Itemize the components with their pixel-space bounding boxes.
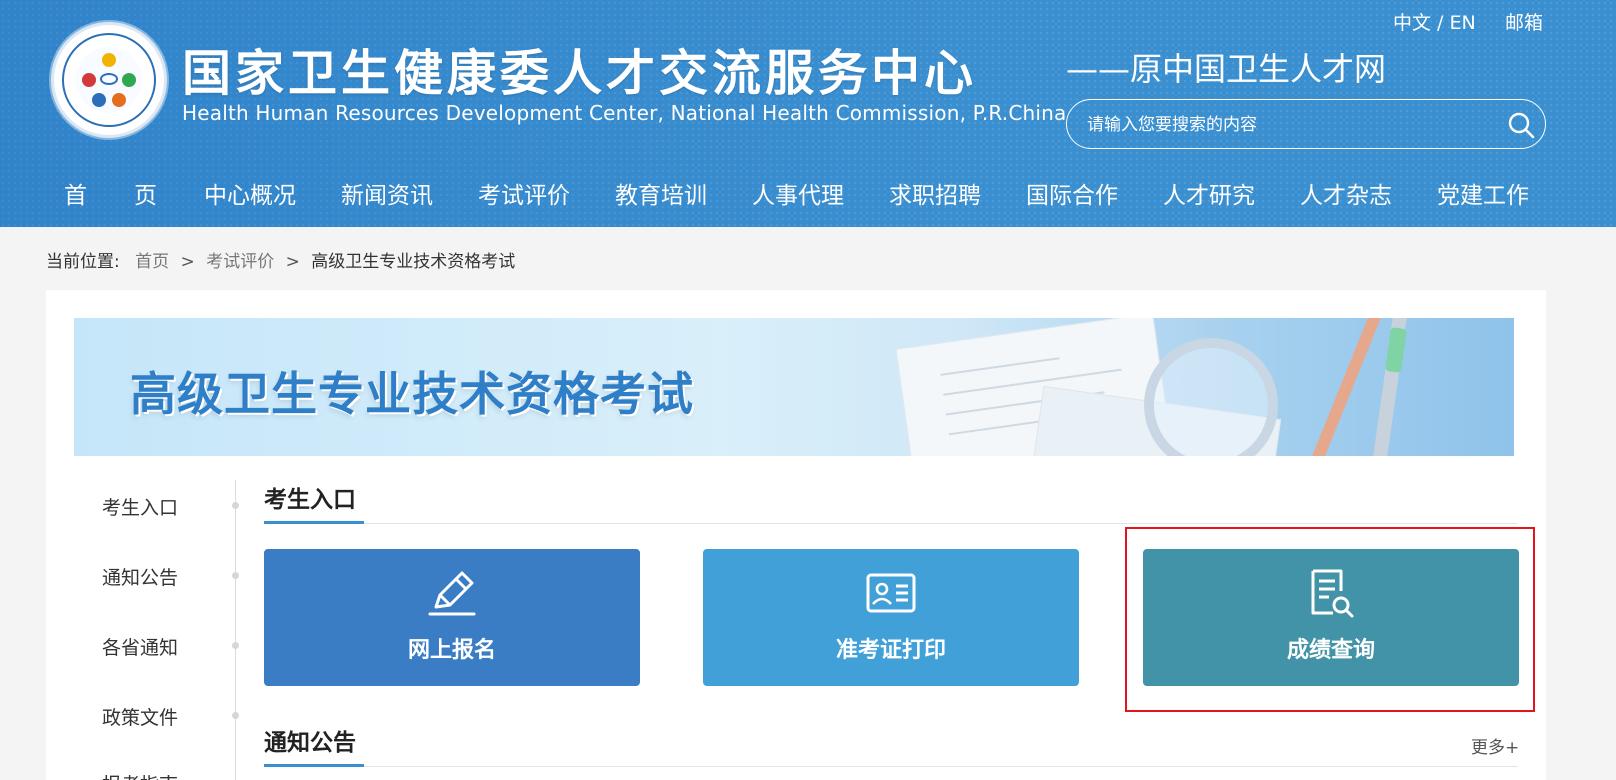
nav-item-personnel[interactable]: 人事代理 (752, 176, 844, 210)
breadcrumb: 当前位置: 首页 > 考试评价 > 高级卫生专业技术资格考试 (46, 247, 515, 272)
logo-figure (122, 73, 136, 87)
search-box (1066, 99, 1546, 149)
nav-item-international[interactable]: 国际合作 (1026, 176, 1118, 210)
pencil-icon (428, 571, 476, 616)
section-title-entry: 考生入口 (264, 487, 356, 513)
breadcrumb-separator: > (180, 252, 195, 272)
section-rule (264, 766, 1518, 767)
tile-label: 准考证打印 (835, 638, 946, 663)
sidebar-divider (235, 480, 236, 780)
logo-figure (102, 53, 116, 67)
section-underline (264, 764, 364, 767)
site-tagline: ——原中国卫生人才网 (1066, 50, 1387, 88)
breadcrumb-section-link[interactable]: 考试评价 (206, 252, 274, 272)
site-title: 国家卫生健康委人才交流服务中心 (182, 45, 978, 102)
nav-item-jobs[interactable]: 求职招聘 (889, 176, 981, 210)
site-header: 国家卫生健康委人才交流服务中心 Health Human Resources D… (0, 0, 1616, 227)
sidebar-item-guide[interactable]: 报考指南 (102, 770, 178, 780)
section-rule (264, 523, 1518, 524)
nav-item-research[interactable]: 人才研究 (1163, 176, 1255, 210)
main-nav: 首 页 中心概况 新闻资讯 考试评价 教育培训 人事代理 求职招聘 国际合作 人… (0, 166, 1616, 220)
nav-item-home-2[interactable]: 页 (134, 176, 157, 210)
sidebar-dot (232, 712, 239, 719)
id-card-icon (866, 573, 916, 613)
tile-label: 网上报名 (407, 638, 496, 663)
breadcrumb-label: 当前位置: (46, 252, 120, 272)
nav-item-party[interactable]: 党建工作 (1437, 176, 1529, 210)
magnifier-illustration (1144, 338, 1278, 456)
sidebar-dot (232, 502, 239, 509)
sidebar-item-candidate-entry[interactable]: 考生入口 (102, 493, 178, 520)
center-logo-icon[interactable] (51, 22, 167, 138)
sidebar-item-policy-files[interactable]: 政策文件 (102, 703, 178, 730)
pen-illustration (1298, 318, 1386, 456)
logo-figure (92, 93, 106, 107)
nav-item-exams[interactable]: 考试评价 (478, 176, 570, 210)
breadcrumb-separator: > (285, 252, 300, 272)
sidebar-item-province-notices[interactable]: 各省通知 (102, 633, 178, 660)
logo-figure (82, 73, 96, 87)
more-link[interactable]: 更多+ (1471, 733, 1519, 758)
highlight-box (1125, 527, 1535, 712)
paper-line (940, 357, 1060, 376)
section-underline (264, 521, 364, 524)
sidebar-dot (232, 642, 239, 649)
banner-title: 高级卫生专业技术资格考试 (130, 367, 694, 421)
nav-item-magazine[interactable]: 人才杂志 (1300, 176, 1392, 210)
nav-item-training[interactable]: 教育培训 (615, 176, 707, 210)
logo-globe (100, 73, 118, 85)
logo-figure (112, 93, 126, 107)
exam-banner: 高级卫生专业技术资格考试 (74, 318, 1514, 456)
online-registration-button[interactable]: 网上报名 (264, 549, 640, 686)
search-input[interactable] (1087, 112, 1467, 138)
language-switch-link[interactable]: 中文 / EN (1393, 8, 1476, 35)
nav-item-home-1[interactable]: 首 (64, 176, 87, 210)
breadcrumb-current: 高级卫生专业技术资格考试 (311, 252, 516, 272)
admission-ticket-print-button[interactable]: 准考证打印 (703, 549, 1079, 686)
nav-item-news[interactable]: 新闻资讯 (341, 176, 433, 210)
site-subtitle: Health Human Resources Development Cente… (182, 101, 1067, 125)
section-title-notices: 通知公告 (264, 730, 356, 756)
pen-cap-illustration (1385, 327, 1407, 373)
nav-item-about[interactable]: 中心概况 (204, 176, 296, 210)
mail-link[interactable]: 邮箱 (1505, 8, 1543, 35)
breadcrumb-home-link[interactable]: 首页 (135, 252, 169, 272)
logo-inner (76, 47, 142, 113)
sidebar-dot (232, 572, 239, 579)
sidebar-item-notices[interactable]: 通知公告 (102, 563, 178, 590)
search-icon[interactable] (1507, 111, 1535, 139)
